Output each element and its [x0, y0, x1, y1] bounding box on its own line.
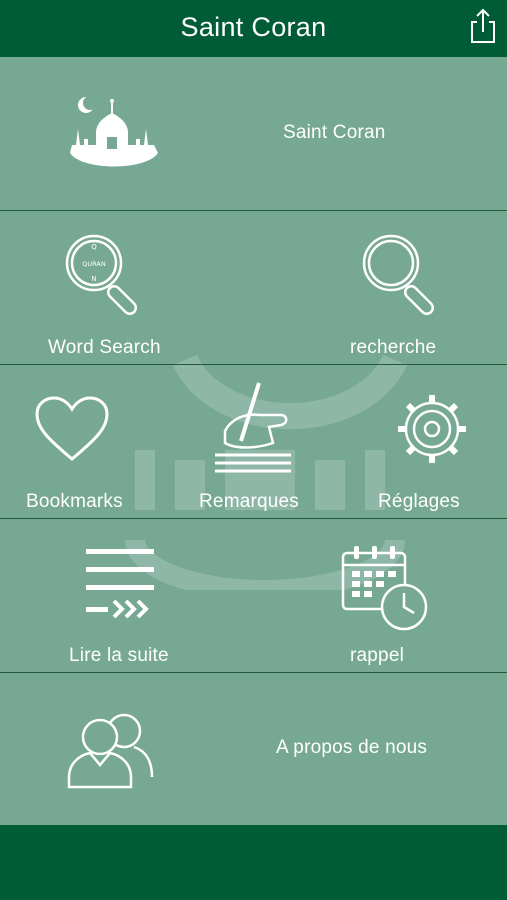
- heart-icon: [35, 396, 109, 461]
- remarques-label: Remarques: [199, 491, 300, 512]
- app-title: Saint Coran: [180, 12, 327, 42]
- lire-la-suite-label: Lire la suite: [69, 645, 169, 666]
- mosque-icon: [70, 96, 158, 167]
- magnifier-letter-bottom: N: [91, 275, 96, 283]
- magnifier-word: QURAN: [82, 260, 106, 268]
- app-header: Saint Coran: [0, 0, 507, 57]
- recherche-tile[interactable]: recherche: [290, 211, 507, 364]
- reglages-label: Réglages: [378, 491, 460, 512]
- search-icon: [362, 234, 435, 315]
- bookmarks-tile[interactable]: Bookmarks: [0, 365, 160, 518]
- share-button[interactable]: [466, 7, 500, 45]
- saint-coran-tile[interactable]: Saint Coran: [0, 57, 507, 210]
- remarques-tile[interactable]: Remarques: [175, 365, 335, 518]
- menu-row-1: Saint Coran: [0, 57, 507, 211]
- rappel-label: rappel: [350, 645, 405, 666]
- bookmarks-label: Bookmarks: [26, 491, 123, 512]
- magnifier-letter-top: Q: [91, 243, 97, 251]
- bottom-bar: [0, 825, 507, 900]
- writing-hand-icon: [215, 382, 291, 473]
- menu-row-4: Lire la suite rappel: [0, 519, 507, 673]
- reglages-tile[interactable]: Réglages: [350, 365, 507, 518]
- word-search-label: Word Search: [48, 337, 161, 358]
- calendar-clock-icon: [341, 546, 428, 631]
- lire-la-suite-tile[interactable]: Lire la suite: [0, 519, 250, 672]
- menu-row-3: Bookmarks Remarques Réglages: [0, 365, 507, 519]
- menu-row-2: Q QURAN N Word Search recherche: [0, 211, 507, 365]
- a-propos-tile[interactable]: A propos de nous: [0, 673, 507, 825]
- list-continue-icon: [86, 549, 154, 619]
- users-icon: [67, 713, 154, 789]
- a-propos-label: A propos de nous: [276, 737, 428, 758]
- share-icon: [471, 8, 495, 43]
- rappel-tile[interactable]: rappel: [300, 519, 507, 672]
- word-search-tile[interactable]: Q QURAN N Word Search: [0, 211, 215, 364]
- quran-search-icon: Q QURAN N: [65, 234, 138, 315]
- menu-row-5: A propos de nous: [0, 673, 507, 825]
- recherche-label: recherche: [350, 337, 437, 358]
- gear-icon: [398, 395, 466, 463]
- saint-coran-label: Saint Coran: [283, 122, 386, 143]
